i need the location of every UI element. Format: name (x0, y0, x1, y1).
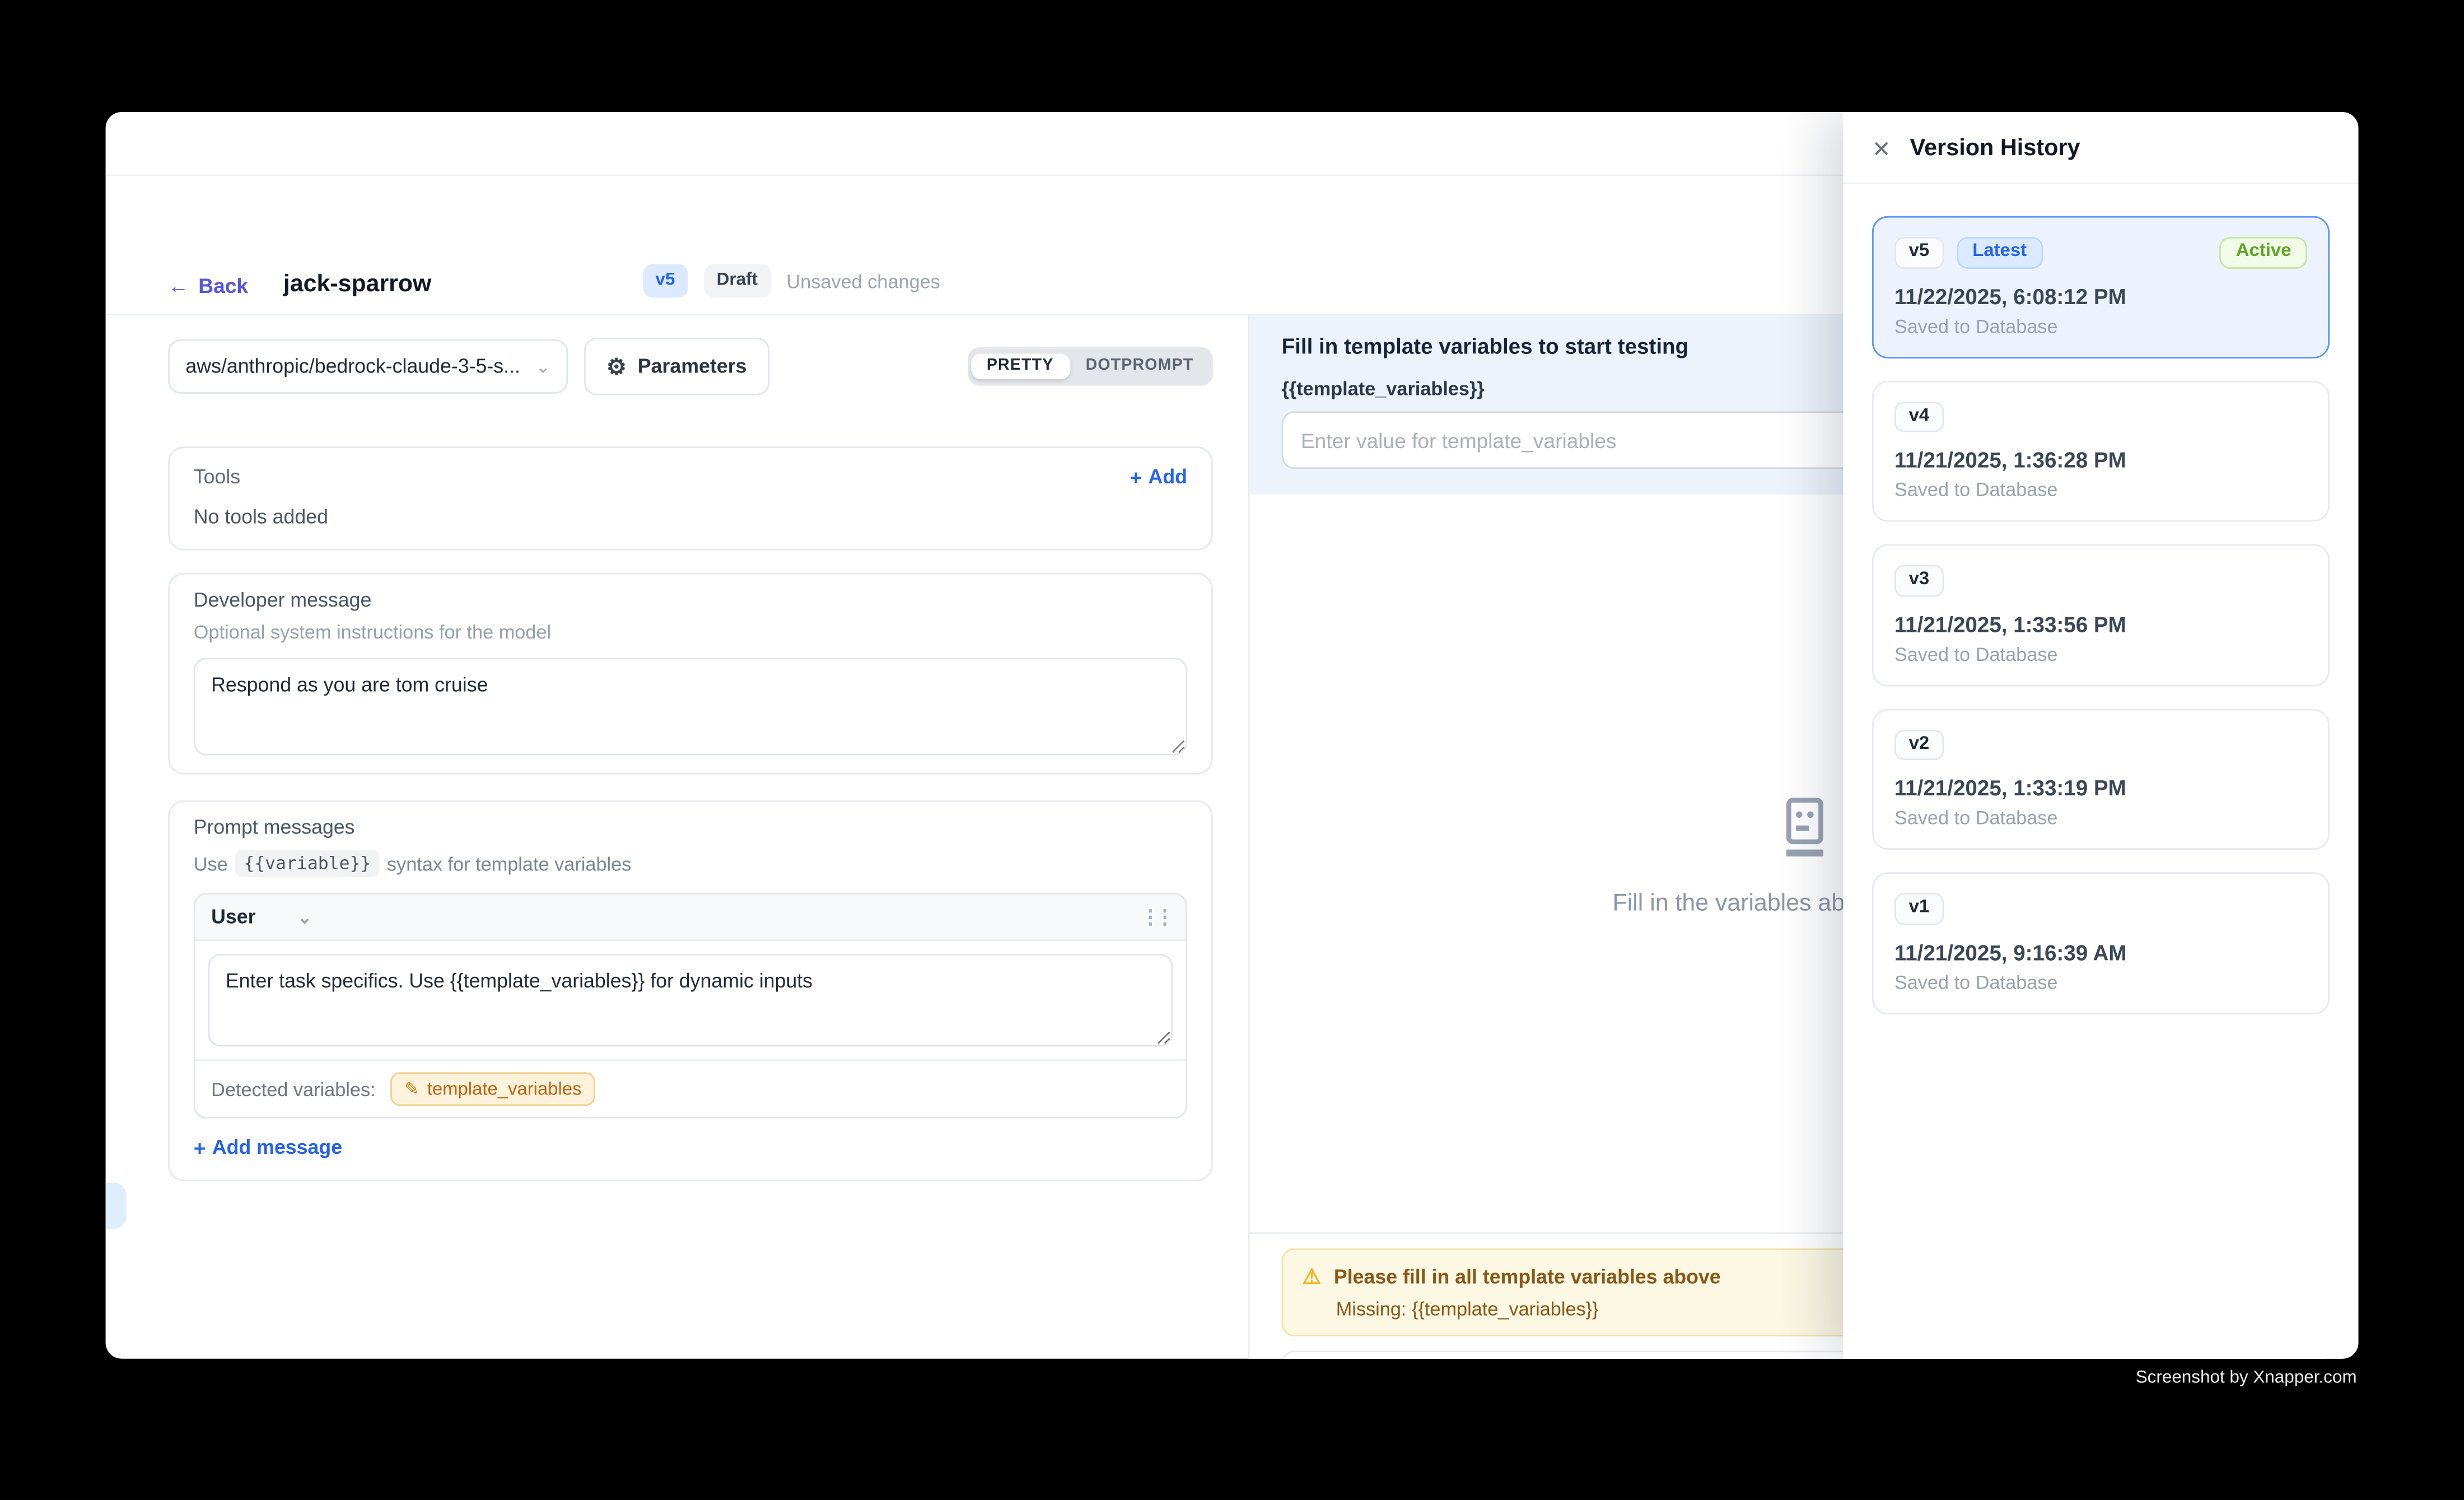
template-variable-chip[interactable]: ✎ template_variables (390, 1072, 596, 1106)
version-history-panel: ✕ Version History v5 Latest Active 11/22… (1843, 112, 2358, 1359)
add-message-button[interactable]: + Add message (194, 1136, 1187, 1159)
unsaved-changes-label: Unsaved changes (786, 269, 940, 292)
hint-prefix: Use (194, 852, 228, 874)
version-timestamp: 11/21/2025, 1:33:19 PM (1894, 776, 2307, 800)
parameters-button[interactable]: ⚙ Parameters (584, 338, 769, 395)
prompt-messages-card: Prompt messages Use {{variable}} syntax … (168, 800, 1213, 1181)
editor-pane: aws/anthropic/bedrock-claude-3-5-s... ⌄ … (106, 315, 1248, 1359)
version-card[interactable]: v3 11/21/2025, 1:33:56 PM Saved to Datab… (1872, 544, 2330, 686)
chevron-down-icon: ⌄ (536, 356, 550, 377)
model-select[interactable]: aws/anthropic/bedrock-claude-3-5-s... ⌄ (168, 339, 568, 394)
role-value: User (211, 906, 255, 928)
variable-chip-label: template_variables (427, 1079, 582, 1098)
version-status: Saved to Database (1894, 478, 2307, 501)
model-select-value: aws/anthropic/bedrock-claude-3-5-s... (185, 355, 520, 378)
screenshot-stage: ← Back jack-sparrow v5 Draft Unsaved cha… (0, 0, 2464, 1500)
version-badge: v2 (1894, 729, 1944, 760)
watermark-text: Screenshot by Xnapper.com (2136, 1368, 2357, 1387)
developer-message-card: Developer message Optional system instru… (168, 573, 1213, 775)
detected-variables-label: Detected variables: (211, 1078, 376, 1100)
version-badge: v5 (642, 264, 688, 297)
version-card[interactable]: v1 11/21/2025, 9:16:39 AM Saved to Datab… (1872, 872, 2330, 1014)
message-block: User ⌄ ⋮⋮ Enter task specifics. Use {{te… (194, 893, 1187, 1119)
toggle-dotprompt[interactable]: DOTPROMPT (1070, 353, 1210, 379)
view-mode-toggle: PRETTY DOTPROMPT (968, 347, 1213, 386)
add-tool-label: Add (1149, 465, 1187, 488)
header-badges: v5 Draft Unsaved changes (642, 264, 940, 297)
version-badge: v1 (1894, 893, 1944, 924)
edge-toggle-pill[interactable] (106, 1182, 127, 1229)
variable-code-chip: {{variable}} (236, 850, 379, 877)
app-window: ← Back jack-sparrow v5 Draft Unsaved cha… (106, 112, 2359, 1359)
version-card[interactable]: v5 Latest Active 11/22/2025, 6:08:12 PM … (1872, 216, 2330, 358)
pencil-icon: ✎ (404, 1079, 419, 1100)
variable-syntax-hint: Use {{variable}} syntax for template var… (194, 850, 1187, 877)
version-badge: v4 (1894, 401, 1944, 432)
version-timestamp: 11/21/2025, 1:36:28 PM (1894, 448, 2307, 472)
warning-title: Please fill in all template variables ab… (1334, 1266, 1721, 1288)
add-tool-button[interactable]: + Add (1130, 465, 1187, 488)
version-card-badges: v5 Latest Active (1894, 237, 2307, 268)
back-arrow-icon: ← (168, 274, 189, 298)
version-timestamp: 11/21/2025, 9:16:39 AM (1894, 940, 2307, 965)
add-message-label: Add message (212, 1136, 342, 1159)
tools-card: Tools + Add No tools added (168, 446, 1213, 551)
developer-message-title: Developer message (194, 589, 1187, 611)
plus-icon: + (194, 1137, 206, 1158)
back-button[interactable]: ← Back (168, 274, 248, 298)
drag-handle-icon[interactable]: ⋮⋮ (1141, 906, 1169, 928)
version-history-title: Version History (1910, 136, 2080, 162)
version-status: Saved to Database (1894, 642, 2307, 665)
version-status: Saved to Database (1894, 971, 2307, 993)
detected-variables-row: Detected variables: ✎ template_variables (195, 1059, 1186, 1117)
version-list: v5 Latest Active 11/22/2025, 6:08:12 PM … (1843, 184, 2358, 1359)
draft-badge: Draft (704, 264, 771, 297)
close-icon[interactable]: ✕ (1872, 138, 1891, 160)
latest-badge: Latest (1957, 237, 2043, 268)
version-badge: v5 (1894, 237, 1944, 268)
version-card-badges: v2 (1894, 729, 2307, 760)
role-select[interactable]: User ⌄ (211, 906, 312, 928)
version-history-header: ✕ Version History (1843, 112, 2358, 184)
hint-suffix: syntax for template variables (387, 852, 631, 874)
parameters-label: Parameters (638, 355, 747, 378)
version-badge: v3 (1894, 565, 1944, 597)
gear-icon: ⚙ (606, 353, 627, 380)
version-card-badges: v3 (1894, 565, 2307, 597)
developer-message-subtitle: Optional system instructions for the mod… (194, 621, 1187, 644)
version-status: Saved to Database (1894, 314, 2307, 337)
active-badge: Active (2220, 237, 2307, 268)
message-body: Enter task specifics. Use {{template_var… (195, 941, 1186, 1059)
bot-icon (1770, 795, 1837, 870)
version-card-badges: v1 (1894, 893, 2307, 924)
model-toolbar: aws/anthropic/bedrock-claude-3-5-s... ⌄ … (168, 338, 1213, 395)
chevron-down-icon: ⌄ (297, 907, 312, 928)
tools-empty-text: No tools added (194, 506, 1187, 528)
message-header: User ⌄ ⋮⋮ (195, 895, 1186, 941)
plus-icon: + (1130, 467, 1142, 487)
version-card[interactable]: v4 11/21/2025, 1:36:28 PM Saved to Datab… (1872, 380, 2330, 522)
developer-message-textarea[interactable]: Respond as you are tom cruise (194, 658, 1187, 755)
warning-icon: ⚠ (1303, 1264, 1321, 1290)
version-card[interactable]: v2 11/21/2025, 1:33:19 PM Saved to Datab… (1872, 708, 2330, 850)
version-status: Saved to Database (1894, 807, 2307, 829)
tools-title: Tools (194, 465, 240, 488)
prompt-messages-title: Prompt messages (194, 816, 1187, 838)
version-timestamp: 11/21/2025, 1:33:56 PM (1894, 612, 2307, 636)
version-timestamp: 11/22/2025, 6:08:12 PM (1894, 284, 2307, 308)
back-label: Back (198, 274, 248, 298)
message-textarea[interactable]: Enter task specifics. Use {{template_var… (208, 954, 1173, 1047)
version-card-badges: v4 (1894, 401, 2307, 432)
toggle-pretty[interactable]: PRETTY (970, 353, 1070, 379)
page-title: jack-sparrow (283, 271, 431, 298)
